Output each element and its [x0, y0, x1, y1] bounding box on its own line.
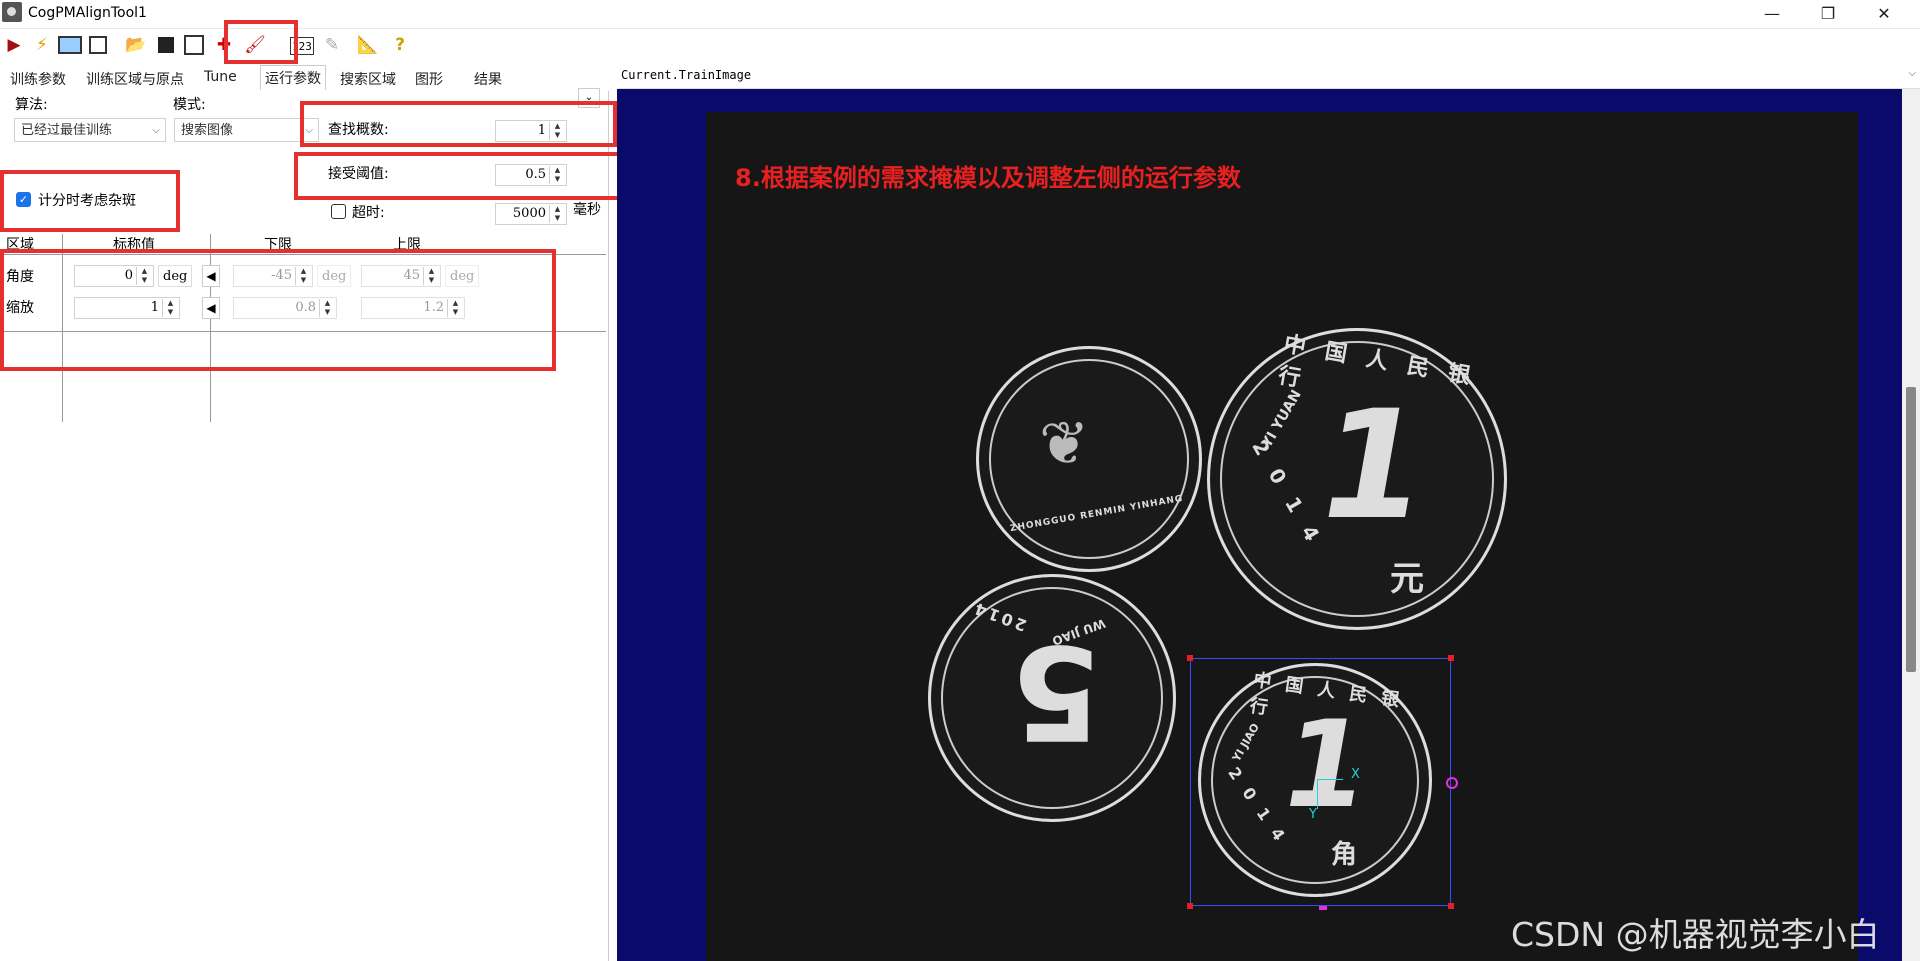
- timeout-label: 超时:: [352, 205, 385, 221]
- tab-graphics[interactable]: 图形: [415, 69, 443, 89]
- vertical-scrollbar[interactable]: [1902, 89, 1920, 961]
- coin-five-jiao: 5 2014 WU JIAO: [928, 574, 1176, 822]
- scrollbar-thumb[interactable]: [1906, 387, 1916, 672]
- mode-select[interactable]: 搜索图像 ⌵: [174, 118, 319, 142]
- minimize-button[interactable]: —: [1744, 0, 1800, 28]
- watermark: CSDN @机器视觉李小白: [1511, 915, 1880, 954]
- y-axis-label: Y: [1309, 807, 1317, 822]
- tutorial-annotation: 8.根据案例的需求掩模以及调整左侧的运行参数: [735, 164, 1241, 192]
- mode-value: 搜索图像: [181, 123, 234, 138]
- window-title: CogPMAlignTool1: [28, 5, 147, 21]
- train-region-roi[interactable]: X Y: [1187, 655, 1458, 910]
- tab-run-params[interactable]: 运行参数: [260, 65, 326, 90]
- highlight-box-brush: [224, 20, 298, 64]
- tab-tune[interactable]: Tune: [204, 69, 237, 85]
- app-icon: [2, 2, 22, 22]
- help-icon[interactable]: ?: [388, 33, 412, 57]
- chevron-down-icon[interactable]: ⌵: [1908, 68, 1916, 79]
- algorithm-label: 算法:: [15, 97, 48, 113]
- coin-five-jiao-year: 2014: [969, 597, 1030, 636]
- image-source-label: Current.TrainImage: [621, 68, 752, 82]
- highlight-box-find-count: [300, 101, 617, 147]
- spin-arrows-icon[interactable]: ▲ ▼: [549, 205, 565, 223]
- rotate-handle-icon[interactable]: [1446, 777, 1458, 789]
- highlight-box-accept: [294, 152, 632, 200]
- x-axis-label: X: [1351, 767, 1360, 782]
- restore-button[interactable]: ❐: [1800, 0, 1856, 28]
- x-axis-line: [1317, 779, 1343, 780]
- timeout-unit: 毫秒: [573, 202, 601, 218]
- timeout-value: 5000: [512, 206, 546, 221]
- tab-strip: 训练参数 训练区域与原点 Tune 运行参数 搜索区域 图形 结果: [0, 64, 610, 91]
- highlight-box-dof-table: [0, 249, 556, 371]
- tab-train-params[interactable]: 训练参数: [10, 69, 66, 89]
- highlight-box-clutter: [0, 170, 180, 232]
- timeout-checkbox[interactable]: [331, 204, 346, 219]
- coin-orchid: ZHONGGUO RENMIN YINHANG ❦: [976, 346, 1202, 572]
- tab-train-region[interactable]: 训练区域与原点: [86, 69, 184, 89]
- grab-icon[interactable]: 📐: [356, 33, 380, 57]
- open-icon[interactable]: 📂: [124, 33, 148, 57]
- roi-handle[interactable]: [1187, 903, 1193, 909]
- coin-one-yuan-pinyin: YI YUAN: [1259, 387, 1305, 451]
- algorithm-select[interactable]: 已经过最佳训练 ⌵: [14, 118, 166, 142]
- train-icon[interactable]: [58, 33, 82, 57]
- roi-handle[interactable]: [1448, 655, 1454, 661]
- roi-handle[interactable]: [1448, 903, 1454, 909]
- coin-one-yuan-value: 1: [1304, 379, 1440, 553]
- y-axis-line: [1317, 779, 1318, 809]
- orchid-icon: ❦: [1039, 409, 1090, 479]
- coin-orchid-text: ZHONGGUO RENMIN YINHANG: [1009, 493, 1185, 535]
- chevron-down-icon: ⌵: [152, 125, 160, 136]
- skew-handle-icon[interactable]: [1319, 906, 1327, 910]
- coin-one-yuan-unit: 元: [1390, 559, 1424, 599]
- timeout-stepper[interactable]: 5000 ▲ ▼: [495, 203, 567, 225]
- electric-run-icon[interactable]: ⚡: [30, 33, 54, 57]
- reset-icon[interactable]: [182, 33, 206, 57]
- edit-icon[interactable]: ✎: [320, 33, 344, 57]
- run-icon[interactable]: ▶: [2, 33, 26, 57]
- coin-one-yuan: 中 国 人 民 银 行 1 元 2 0 1 4 YI YUAN: [1207, 328, 1507, 630]
- algorithm-value: 已经过最佳训练: [21, 123, 113, 138]
- tab-search-region[interactable]: 搜索区域: [340, 69, 396, 89]
- close-button[interactable]: ✕: [1856, 0, 1912, 28]
- tab-results[interactable]: 结果: [474, 69, 502, 89]
- roi-handle[interactable]: [1187, 655, 1193, 661]
- save-icon[interactable]: [154, 33, 178, 57]
- viewer-header: Current.TrainImage ⌵: [618, 64, 1920, 89]
- copy-icon[interactable]: [86, 33, 110, 57]
- mode-label: 模式:: [173, 97, 206, 113]
